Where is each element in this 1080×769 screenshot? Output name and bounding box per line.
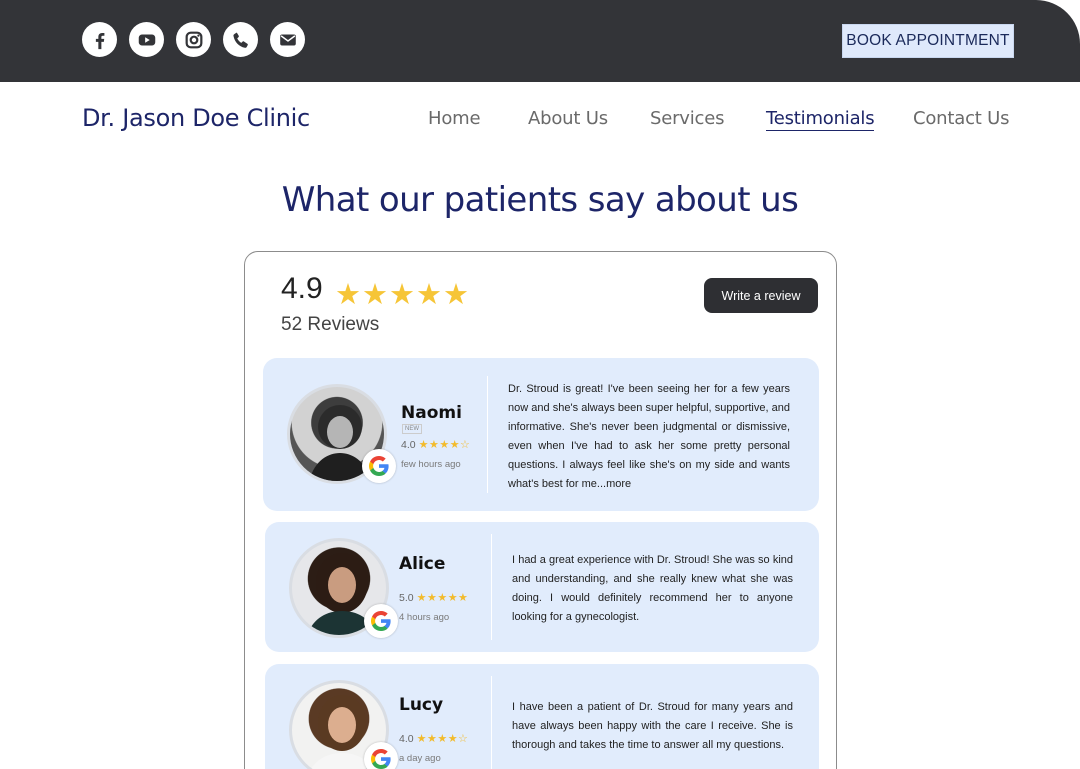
overall-stars: ★★★★★ <box>335 277 470 311</box>
review-time: few hours ago <box>401 459 461 470</box>
overall-rating: 4.9 <box>281 272 323 305</box>
review-time: 4 hours ago <box>399 612 450 623</box>
nav-home[interactable]: Home <box>428 108 481 129</box>
book-appointment-button[interactable]: BOOK APPOINTMENT <box>842 24 1014 58</box>
write-review-button[interactable]: Write a review <box>704 278 818 313</box>
reviewer-name: Naomi <box>401 403 462 423</box>
google-icon <box>364 604 398 638</box>
reviewer-rating: 5.0 ★★★★★ <box>399 592 469 604</box>
review-text: Dr. Stroud is great! I've been seeing he… <box>508 383 790 490</box>
reviewer-rating: 4.0 ★★★★☆ <box>399 733 469 745</box>
nav-services[interactable]: Services <box>650 108 725 129</box>
nav-about-us[interactable]: About Us <box>528 108 608 129</box>
social-links <box>82 22 305 57</box>
card-divider <box>491 676 492 769</box>
card-divider <box>491 534 492 640</box>
youtube-icon[interactable] <box>129 22 164 57</box>
reviewer-rating: 4.0 ★★★★☆ <box>401 439 471 451</box>
nav-testimonials[interactable]: Testimonials <box>766 108 875 131</box>
review-card: Lucy 4.0 ★★★★☆ a day ago I have been a pa… <box>265 664 819 769</box>
google-icon <box>364 742 398 769</box>
section-heading: What our patients say about us <box>281 180 799 220</box>
reviewer-name: Alice <box>399 554 446 574</box>
new-badge: NEW <box>402 424 422 434</box>
google-icon <box>362 449 396 483</box>
main-nav: Home About Us Services Testimonials Cont… <box>0 108 1080 138</box>
top-bar: BOOK APPOINTMENT <box>0 0 1080 82</box>
review-time: a day ago <box>399 753 441 764</box>
reviewer-name: Lucy <box>399 695 444 715</box>
nav-contact-us[interactable]: Contact Us <box>913 108 1010 129</box>
card-divider <box>487 376 488 493</box>
facebook-icon[interactable] <box>82 22 117 57</box>
review-text: I have been a patient of Dr. Stroud for … <box>512 701 793 751</box>
phone-icon[interactable] <box>223 22 258 57</box>
reviews-panel: 4.9 ★★★★★ 52 Reviews Write a review Naom… <box>244 251 837 769</box>
review-card: Alice 5.0 ★★★★★ 4 hours ago I had a great… <box>265 522 819 652</box>
review-card: Naomi NEW 4.0 ★★★★☆ few hours ago Dr. Str… <box>263 358 819 511</box>
email-icon[interactable] <box>270 22 305 57</box>
review-count: 52 Reviews <box>281 314 380 335</box>
review-text: I had a great experience with Dr. Stroud… <box>512 554 793 623</box>
instagram-icon[interactable] <box>176 22 211 57</box>
